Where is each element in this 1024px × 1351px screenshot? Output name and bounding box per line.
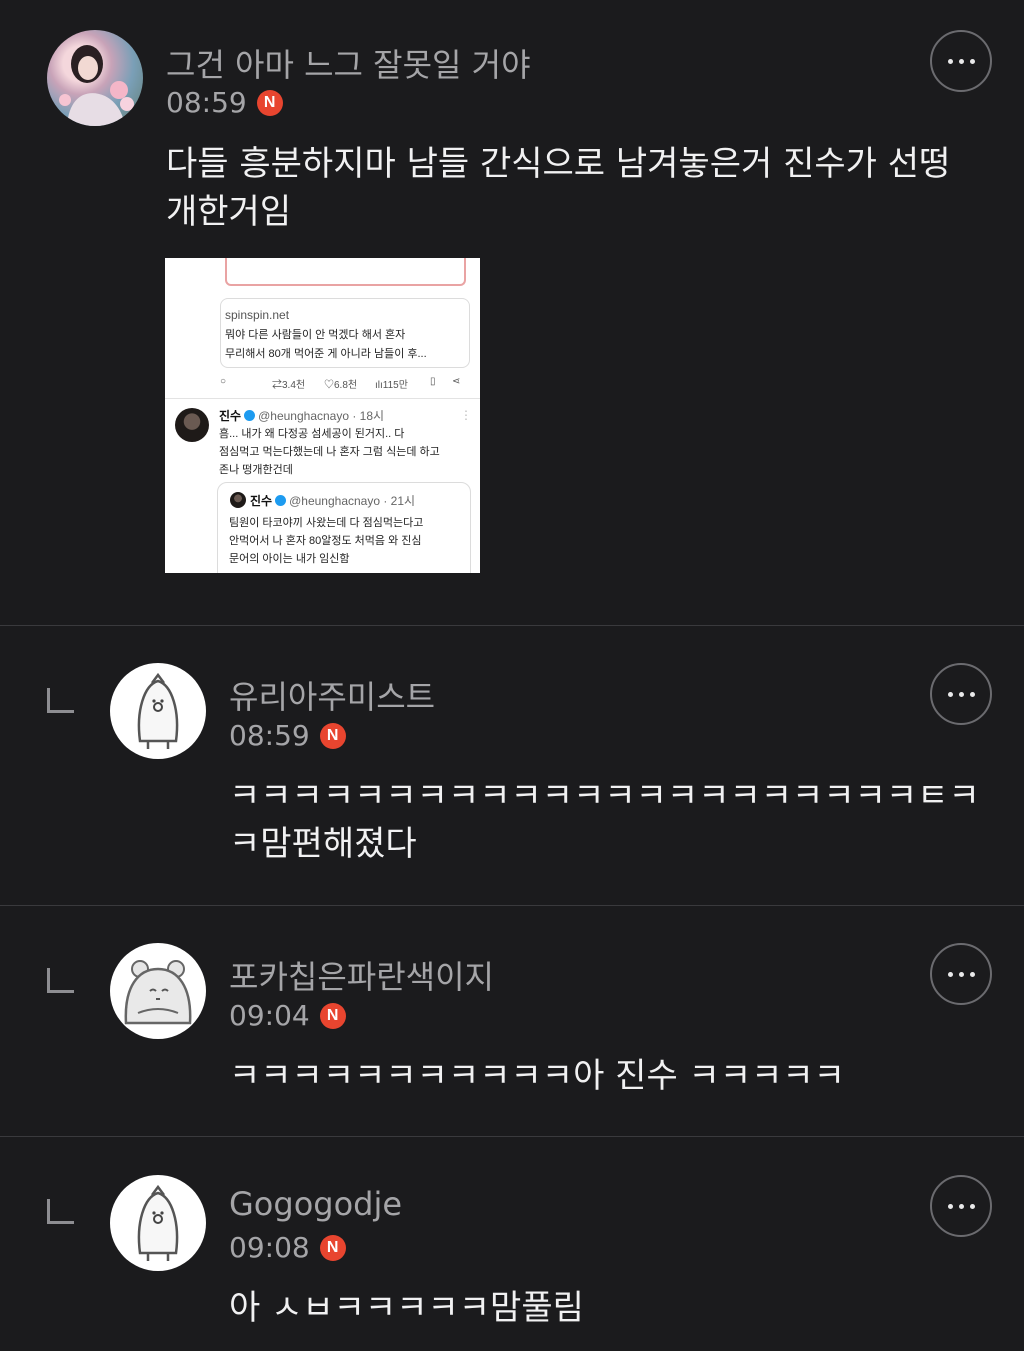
comment-text-line: ㅋ맘편해졌다 <box>229 824 417 864</box>
reply-corner-icon <box>47 688 74 713</box>
quoted-text-line: 문어의 아이는 내가 임신함 <box>229 553 350 565</box>
link-domain: spinspin.net <box>225 308 290 322</box>
penguin-avatar-icon <box>137 672 179 749</box>
bookmark-icon: ▯ <box>430 376 436 387</box>
view-count: ılı115만 <box>375 380 408 391</box>
username[interactable]: 포카칩은파란색이지 <box>229 952 494 998</box>
tweet-avatar <box>175 408 209 442</box>
like-count: ♡6.8천 <box>324 380 358 391</box>
more-dot <box>958 691 964 697</box>
avatar[interactable] <box>110 1175 206 1271</box>
new-badge-icon: N <box>319 1234 346 1261</box>
more-options-button[interactable] <box>930 943 992 1005</box>
reply-corner-icon <box>47 968 74 993</box>
tweet-header: 진수 @heunghacnayo · 18시 <box>219 407 384 424</box>
more-horizontal-icon <box>947 971 953 977</box>
more-horizontal-icon <box>947 58 953 64</box>
timestamp: 08:59 N <box>229 719 346 752</box>
time-text: 08:59 <box>166 86 247 119</box>
more-dot <box>969 691 975 697</box>
comment-text: 아 ㅅㅂㅋㅋㅋㅋㅋ맘풀림 <box>229 1284 989 1332</box>
comment-text: 다들 흥분하지마 남들 간식으로 남겨놓은거 진수가 선떵 개한거임 <box>166 140 986 236</box>
comment-text-line: ㅋㅋㅋㅋㅋㅋㅋㅋㅋㅋㅋㅋㅋㅋㅋㅋㅋㅋㅋㅋㅋㅋㅌㅋ <box>229 776 980 816</box>
reply-bubble-icon: ○ <box>220 376 227 387</box>
bear-avatar-icon <box>124 960 192 1025</box>
new-badge-icon: N <box>256 89 283 116</box>
image-top-box <box>225 258 466 286</box>
time-text: 09:04 <box>229 999 310 1032</box>
more-horizontal-icon <box>947 1203 953 1209</box>
attached-image[interactable]: spinspin.net 뭐야 다른 사람들이 안 먹겠다 해서 혼자 무리해서… <box>165 258 480 573</box>
tweet-author: 진수 <box>219 409 242 423</box>
link-text-line: 뭐야 다른 사람들이 안 먹겠다 해서 혼자 <box>225 329 406 341</box>
comment-text-line: ㅋㅋㅋㅋㅋㅋㅋㅋㅋㅋㅋ아 진수 ㅋㅋㅋㅋㅋ <box>229 1056 845 1096</box>
more-options-button[interactable] <box>930 1175 992 1237</box>
username[interactable]: 그건 아마 느그 잘못일 거야 <box>166 40 531 86</box>
share-icon: ⋖ <box>452 376 461 387</box>
tweet-actions: ○ ⇄3.4천 ♡6.8천 ılı115만 ▯ ⋖ <box>220 376 468 392</box>
quoted-text-line: 안먹어서 나 혼자 80알정도 처먹음 와 진심 <box>229 535 422 547</box>
more-dot <box>958 1203 964 1209</box>
comment-text-line: 다들 흥분하지마 남들 간식으로 남겨놓은거 진수가 선떵 <box>166 144 951 184</box>
retweet-value: 3.4천 <box>282 380 306 391</box>
penguin-avatar-icon <box>137 1184 179 1261</box>
username[interactable]: 유리아주미스트 <box>229 672 435 718</box>
tweet-handle: @heunghacnayo · 18시 <box>258 409 385 423</box>
view-value: 115만 <box>382 380 408 391</box>
verified-icon <box>275 495 287 506</box>
tweet-text-line: 흠... 내가 왜 다정공 섬세공이 된거지.. 다 <box>219 428 405 440</box>
more-horizontal-icon <box>947 691 953 697</box>
timestamp: 09:08 N <box>229 1231 346 1264</box>
tweet-more-icon: ⋮ <box>460 408 472 422</box>
more-dot <box>969 1203 975 1209</box>
image-divider <box>165 398 480 399</box>
divider <box>0 1136 1024 1137</box>
divider <box>0 625 1024 626</box>
like-value: 6.8천 <box>334 380 358 391</box>
more-dot <box>958 58 964 64</box>
profile-photo-icon <box>59 45 134 126</box>
quoted-avatar <box>230 492 246 508</box>
tweet-text-line: 존나 떵개한건데 <box>219 464 293 476</box>
link-text-line: 무리해서 80개 먹어준 게 아니라 남들이 후... <box>225 348 427 360</box>
quoted-header: 진수 @heunghacnayo · 21시 <box>250 492 415 509</box>
time-text: 09:08 <box>229 1231 310 1264</box>
more-dot <box>969 971 975 977</box>
avatar[interactable] <box>47 30 143 126</box>
avatar[interactable] <box>110 663 206 759</box>
avatar[interactable] <box>110 943 206 1039</box>
comment-text: ㅋㅋㅋㅋㅋㅋㅋㅋㅋㅋㅋㅋㅋㅋㅋㅋㅋㅋㅋㅋㅋㅋㅌㅋ ㅋ맘편해졌다 <box>229 772 989 868</box>
quoted-author: 진수 <box>250 494 273 508</box>
divider <box>0 905 1024 906</box>
comment-text-line: 개한거임 <box>166 192 292 232</box>
timestamp: 09:04 N <box>229 999 346 1032</box>
retweet-count: ⇄3.4천 <box>272 380 306 391</box>
comment-text: ㅋㅋㅋㅋㅋㅋㅋㅋㅋㅋㅋ아 진수 ㅋㅋㅋㅋㅋ <box>229 1052 989 1100</box>
more-dot <box>969 58 975 64</box>
new-badge-icon: N <box>319 1002 346 1029</box>
time-text: 08:59 <box>229 719 310 752</box>
reply-corner-icon <box>47 1199 74 1224</box>
tweet-text-line: 점심먹고 먹는다했는데 나 혼자 그럼 식는데 하고 <box>219 446 440 458</box>
username[interactable]: Gogogodje <box>229 1185 402 1223</box>
quoted-handle: @heunghacnayo · 21시 <box>289 494 416 508</box>
more-options-button[interactable] <box>930 663 992 725</box>
verified-icon <box>244 410 256 421</box>
new-badge-icon: N <box>319 722 346 749</box>
quoted-text-line: 팀원이 타코야끼 사왔는데 다 점심먹는다고 <box>229 517 424 529</box>
comment-text-line: 아 ㅅㅂㅋㅋㅋㅋㅋ맘풀림 <box>229 1288 584 1328</box>
more-dot <box>958 971 964 977</box>
more-options-button[interactable] <box>930 30 992 92</box>
timestamp: 08:59 N <box>166 86 283 119</box>
